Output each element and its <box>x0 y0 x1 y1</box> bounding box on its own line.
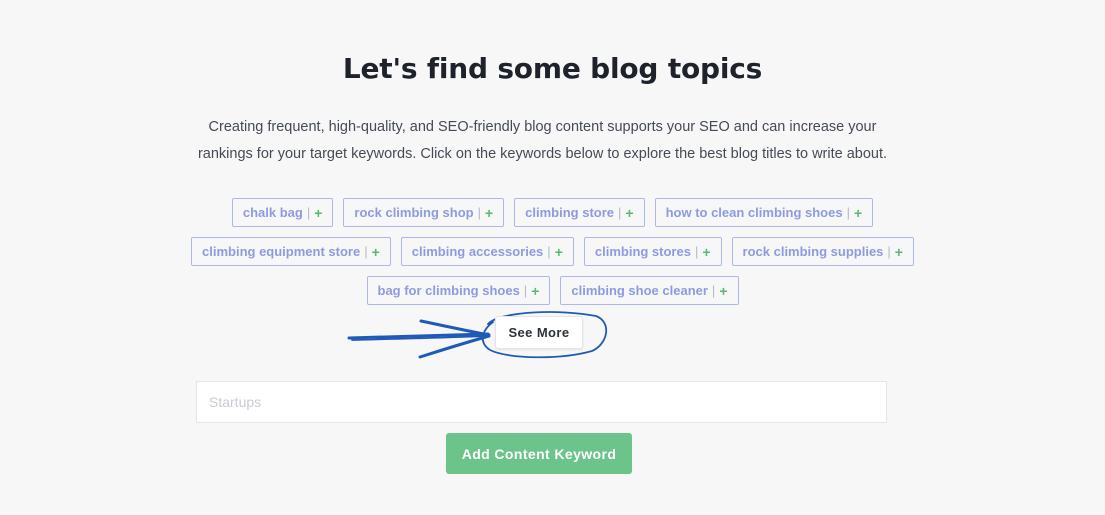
keyword-chip-label: rock climbing supplies <box>742 244 884 259</box>
keyword-chip-separator: | <box>306 205 311 220</box>
keyword-chip-label: bag for climbing shoes <box>377 283 520 298</box>
page-description: Creating frequent, high-quality, and SEO… <box>197 119 888 162</box>
keyword-chip[interactable]: how to clean climbing shoes | + <box>654 198 874 227</box>
keyword-chip-row: bag for climbing shoes | + climbing shoe cl… <box>150 276 955 305</box>
keyword-chip-label: climbing store <box>525 205 615 220</box>
content-keyword-input[interactable] <box>196 381 887 423</box>
annotation-arrow-head <box>419 319 491 337</box>
keyword-chip-label: chalk bag <box>242 205 303 220</box>
keyword-chip[interactable]: rock climbing supplies | + <box>731 237 914 266</box>
add-keyword-icon[interactable]: + <box>555 244 563 260</box>
keyword-chip-separator: | <box>477 205 481 220</box>
keyword-chip[interactable]: climbing store | + <box>514 198 645 227</box>
add-keyword-icon[interactable]: + <box>625 205 633 221</box>
annotation-arrow-shaft <box>347 332 490 340</box>
add-keyword-icon[interactable]: + <box>719 283 727 299</box>
keyword-chip-label: climbing shoe cleaner <box>571 283 708 298</box>
keyword-chip-separator: | <box>846 205 850 220</box>
see-more-button[interactable]: See More <box>495 316 583 349</box>
keyword-chip-list: chalk bag | + rock climbing shop | + climbing … <box>150 198 955 315</box>
keyword-chip-separator: | <box>711 283 716 298</box>
keyword-chip-label: climbing stores <box>594 244 691 259</box>
keyword-chip[interactable]: climbing equipment store | + <box>191 237 391 266</box>
keyword-chip-separator: | <box>547 244 551 259</box>
add-keyword-icon[interactable]: + <box>314 205 322 221</box>
add-keyword-icon[interactable]: + <box>702 244 710 260</box>
keyword-chip-label: climbing equipment store <box>202 244 361 259</box>
keyword-chip-label: climbing accessories <box>411 244 544 259</box>
keyword-chip-row: chalk bag | + rock climbing shop | + climbing … <box>150 198 955 227</box>
keyword-chip[interactable]: climbing accessories | + <box>400 237 574 266</box>
blog-topics-page: Let's find some blog topics Creating fre… <box>0 0 1105 515</box>
keyword-chip-separator: | <box>618 205 622 220</box>
keyword-chip-label: how to clean climbing shoes <box>665 205 843 220</box>
add-content-keyword-button[interactable]: Add Content Keyword <box>446 433 632 474</box>
add-keyword-icon[interactable]: + <box>485 205 493 221</box>
add-keyword-icon[interactable]: + <box>531 283 539 299</box>
add-keyword-icon[interactable]: + <box>854 205 862 221</box>
keyword-chip-separator: | <box>523 283 528 298</box>
keyword-chip[interactable]: climbing stores | + <box>583 237 722 266</box>
annotation-arrow-shaft <box>351 335 487 341</box>
keyword-chip[interactable]: bag for climbing shoes | + <box>366 276 551 305</box>
keyword-chip[interactable]: climbing shoe cleaner | + <box>560 276 739 305</box>
add-keyword-icon[interactable]: + <box>895 244 903 260</box>
keyword-chip-label: rock climbing shop <box>354 205 474 220</box>
keyword-chip[interactable]: chalk bag | + <box>231 198 334 227</box>
annotation-arrow-head <box>418 334 491 359</box>
keyword-chip-separator: | <box>364 244 368 259</box>
page-title: Let's find some blog topics <box>342 52 763 85</box>
keyword-chip-separator: | <box>694 244 699 259</box>
keyword-chip[interactable]: rock climbing shop | + <box>343 198 505 227</box>
add-keyword-icon[interactable]: + <box>372 244 380 260</box>
keyword-chip-row: climbing equipment store | + climbing acces… <box>150 237 955 266</box>
keyword-chip-separator: | <box>887 244 891 259</box>
